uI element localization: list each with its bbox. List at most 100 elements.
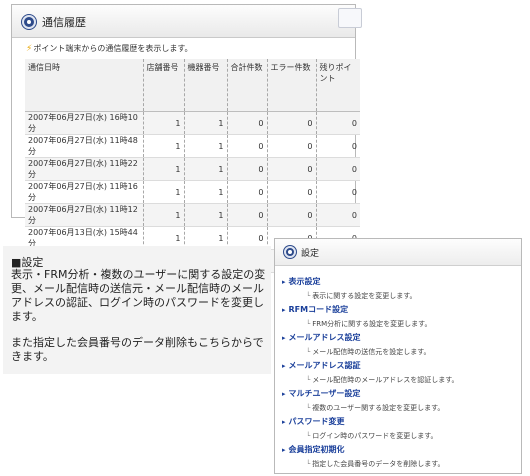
- settings-item: ▸ パスワード変更 └ ログイン時のパスワードを変更します。: [282, 416, 518, 441]
- circle-bullet-icon: [284, 246, 296, 258]
- history-note-text: ポイント端末からの通信履歴を表示します。: [33, 44, 193, 53]
- table-cell: 0: [267, 111, 317, 135]
- settings-item-description: └ FRM分析に関する設定を変更します。: [306, 319, 518, 329]
- tree-branch-icon: └: [306, 292, 311, 300]
- table-cell: 0: [227, 203, 268, 227]
- settings-description-box: ■設定 表示・FRM分析・複数のユーザーに関する設定の変更、メール配信時の送信元…: [3, 246, 271, 374]
- table-cell: 0: [316, 203, 360, 227]
- settings-item: ▸ 会員指定初期化 └ 指定した会員番号のデータを削除します。: [282, 444, 518, 469]
- settings-link-label: メールアドレス認証: [288, 361, 361, 370]
- table-cell: 0: [316, 180, 360, 204]
- table-cell-datetime: 2007年06月27日(水) 11時12分: [25, 203, 144, 227]
- settings-link[interactable]: ▸ パスワード変更: [282, 416, 518, 427]
- table-cell: 1: [143, 111, 185, 135]
- triangle-arrow-icon: ▸: [282, 278, 286, 286]
- settings-link[interactable]: ▸ メールアドレス設定: [282, 332, 518, 343]
- table-cell: 1: [143, 134, 185, 158]
- column-header: 店舗番号: [143, 59, 185, 112]
- history-panel-title: 通信履歴: [42, 16, 86, 29]
- settings-item-description: └ メール配信時のメールアドレスを認証します。: [306, 375, 518, 385]
- table-cell: 0: [227, 180, 268, 204]
- table-row: 2007年06月27日(水) 11時12分 1 1 0 0 0: [25, 203, 360, 227]
- settings-item: ▸ マルチユーザー設定 └ 複数のユーザー関する設定を変更します。: [282, 388, 518, 413]
- table-cell: 1: [184, 134, 228, 158]
- column-header: 通信日時: [25, 59, 144, 112]
- settings-panel-title: 設定: [301, 249, 320, 259]
- circle-bullet-icon: [22, 15, 36, 29]
- settings-item-description: └ ログイン時のパスワードを変更します。: [306, 431, 518, 441]
- settings-link[interactable]: ▸ メールアドレス認証: [282, 360, 518, 371]
- triangle-arrow-icon: ▸: [282, 362, 286, 370]
- table-cell: 0: [267, 203, 317, 227]
- settings-link[interactable]: ▸ 会員指定初期化: [282, 444, 518, 455]
- tree-branch-icon: └: [306, 432, 311, 440]
- column-header: 機器番号: [184, 59, 228, 112]
- settings-item: ▸ RFMコード設定 └ FRM分析に関する設定を変更します。: [282, 304, 518, 329]
- history-table-header-row: 通信日時 店舗番号 機器番号 合計件数 エラー件数 残りポイント: [25, 59, 360, 112]
- settings-panel-header: 設定: [275, 239, 521, 266]
- settings-link-label: メールアドレス設定: [288, 333, 361, 342]
- description-body: 表示・FRM分析・複数のユーザーに関する設定の変更、メール配信時の送信元・メール…: [11, 268, 266, 323]
- table-cell: 0: [316, 134, 360, 158]
- tree-branch-icon: └: [306, 376, 311, 384]
- table-cell: 1: [184, 203, 228, 227]
- settings-item-description: └ 表示に関する設定を変更します。: [306, 291, 518, 301]
- tree-branch-icon: └: [306, 404, 311, 412]
- history-panel-header: 通信履歴: [12, 5, 362, 38]
- description-body-2: また指定した会員番号のデータ削除もこちらからできます。: [11, 336, 264, 363]
- settings-item: ▸ メールアドレス設定 └ メール配信時の送信元を設定します。: [282, 332, 518, 357]
- triangle-arrow-icon: ▸: [282, 446, 286, 454]
- tree-branch-icon: └: [306, 460, 311, 468]
- table-cell: 0: [316, 157, 360, 181]
- table-cell: 1: [184, 180, 228, 204]
- table-cell: 1: [143, 180, 185, 204]
- settings-item-description-text: メール配信時の送信元を設定します。: [312, 348, 431, 356]
- window-decoration-icon: [338, 8, 362, 28]
- table-cell: 1: [143, 157, 185, 181]
- column-header: 残りポイント: [316, 59, 360, 112]
- table-cell: 0: [227, 111, 268, 135]
- settings-link[interactable]: ▸ マルチユーザー設定: [282, 388, 518, 399]
- column-header: エラー件数: [267, 59, 317, 112]
- settings-item-description: └ 指定した会員番号のデータを削除します。: [306, 459, 518, 469]
- history-note: ⚡ポイント端末からの通信履歴を表示します。: [26, 43, 193, 54]
- column-header: 合計件数: [227, 59, 268, 112]
- settings-panel: 設定 ▸ 表示設定 └ 表示に関する設定を変更します。 ▸ RFMコード設定 └ FRM分析に…: [274, 238, 522, 474]
- triangle-arrow-icon: ▸: [282, 418, 286, 426]
- settings-item-description: └ メール配信時の送信元を設定します。: [306, 347, 518, 357]
- settings-item: ▸ メールアドレス認証 └ メール配信時のメールアドレスを認証します。: [282, 360, 518, 385]
- table-cell: 0: [316, 111, 360, 135]
- settings-link-label: 会員指定初期化: [288, 445, 345, 454]
- settings-item-description-text: ログイン時のパスワードを変更します。: [312, 432, 438, 440]
- table-row: 2007年06月27日(水) 11時22分 1 1 0 0 0: [25, 157, 360, 181]
- settings-link-label: RFMコード設定: [288, 305, 349, 314]
- settings-item-description-text: FRM分析に関する設定を変更します。: [312, 320, 432, 328]
- settings-link-label: 表示設定: [288, 277, 321, 286]
- settings-item-description-text: 表示に関する設定を変更します。: [312, 292, 417, 300]
- lightning-bolt-icon: ⚡: [26, 44, 33, 54]
- table-cell-datetime: 2007年06月27日(水) 11時48分: [25, 134, 144, 158]
- tree-branch-icon: └: [306, 348, 311, 356]
- triangle-arrow-icon: ▸: [282, 306, 286, 314]
- table-cell: 0: [267, 157, 317, 181]
- settings-link-label: マルチユーザー設定: [288, 389, 361, 398]
- settings-item-description: └ 複数のユーザー関する設定を変更します。: [306, 403, 518, 413]
- table-cell: 0: [267, 134, 317, 158]
- table-cell-datetime: 2007年06月27日(水) 11時22分: [25, 157, 144, 181]
- settings-item-description-text: 複数のユーザー関する設定を変更します。: [312, 404, 445, 412]
- settings-link[interactable]: ▸ 表示設定: [282, 276, 518, 287]
- triangle-arrow-icon: ▸: [282, 390, 286, 398]
- settings-item-description-text: 指定した会員番号のデータを削除します。: [312, 460, 445, 468]
- settings-link[interactable]: ▸ RFMコード設定: [282, 304, 518, 315]
- history-panel: 通信履歴 ⚡ポイント端末からの通信履歴を表示します。 通信日時 店舗番号 機器番…: [11, 4, 362, 273]
- settings-item-description-text: メール配信時のメールアドレスを認証します。: [312, 376, 459, 384]
- tree-branch-icon: └: [306, 320, 311, 328]
- table-cell: 1: [184, 157, 228, 181]
- table-row: 2007年06月27日(水) 16時10分 1 1 0 0 0: [25, 111, 360, 135]
- table-cell: 0: [227, 157, 268, 181]
- table-cell: 1: [184, 111, 228, 135]
- table-cell: 1: [143, 203, 185, 227]
- table-cell: 0: [227, 134, 268, 158]
- table-row: 2007年06月27日(水) 11時48分 1 1 0 0 0: [25, 134, 360, 158]
- table-cell-datetime: 2007年06月27日(水) 11時16分: [25, 180, 144, 204]
